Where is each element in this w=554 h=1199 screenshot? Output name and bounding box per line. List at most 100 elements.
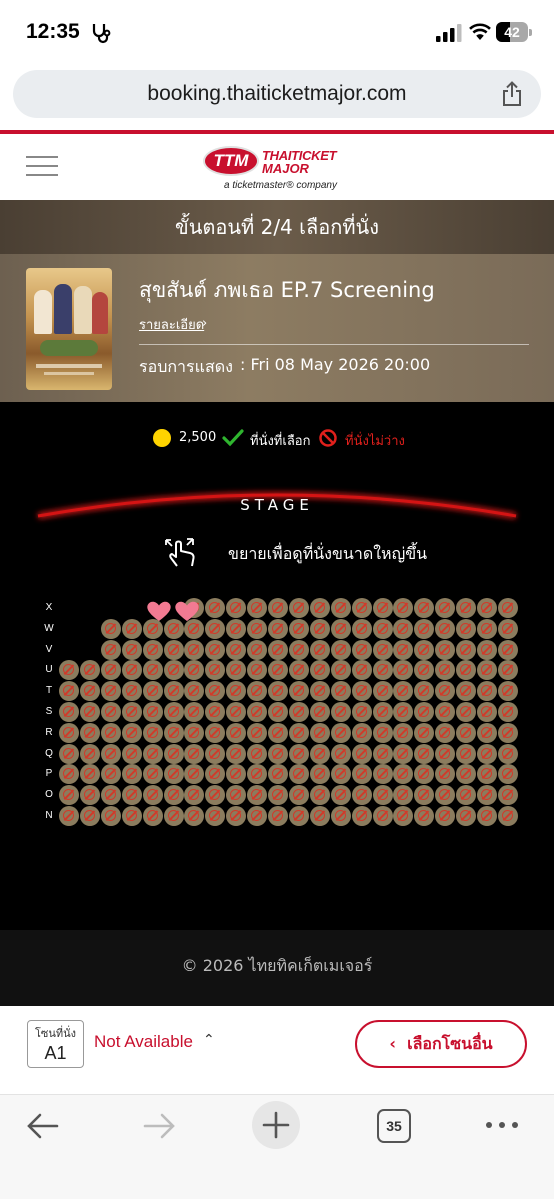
seat-unavailable[interactable]	[100, 618, 121, 639]
seat-unavailable[interactable]	[477, 806, 497, 826]
thaiticketmajor-logo[interactable]: TTM THAITICKET MAJOR a ticketmaster® com…	[200, 142, 360, 194]
seat-unavailable[interactable]	[309, 639, 330, 660]
seat-unavailable[interactable]	[100, 702, 121, 722]
seat-unavailable[interactable]	[205, 618, 226, 639]
seat-unavailable[interactable]	[79, 743, 100, 764]
seat-unavailable[interactable]	[288, 764, 309, 785]
seat-unavailable[interactable]	[456, 722, 477, 743]
seat-unavailable[interactable]	[268, 702, 288, 722]
seat-unavailable[interactable]	[205, 681, 226, 702]
seat-unavailable[interactable]	[226, 743, 247, 764]
seat-unavailable[interactable]	[330, 618, 351, 639]
seat-unavailable[interactable]	[393, 660, 414, 681]
seat-unavailable[interactable]	[435, 618, 456, 639]
seat-unavailable[interactable]	[288, 806, 309, 826]
seat-unavailable[interactable]	[79, 722, 100, 743]
seat-unavailable[interactable]	[247, 722, 268, 743]
seat-unavailable[interactable]	[477, 722, 497, 743]
seat-unavailable[interactable]	[142, 660, 163, 681]
seat-unavailable[interactable]	[393, 722, 414, 743]
seat-unavailable[interactable]	[309, 785, 330, 806]
seat-unavailable[interactable]	[121, 702, 142, 722]
seat-unavailable[interactable]	[372, 785, 393, 806]
seat-unavailable[interactable]	[268, 806, 288, 826]
seat-unavailable[interactable]	[435, 702, 456, 722]
seat-unavailable[interactable]	[497, 639, 518, 660]
seat-unavailable[interactable]	[79, 681, 100, 702]
seat-unavailable[interactable]	[435, 806, 456, 826]
seat-unavailable[interactable]	[414, 743, 435, 764]
seat-unavailable[interactable]	[184, 764, 205, 785]
choose-other-zone-button[interactable]: ‹ เลือกโซนอื่น	[355, 1020, 527, 1068]
seat-unavailable[interactable]	[184, 660, 205, 681]
seat-unavailable[interactable]	[79, 702, 100, 722]
seat-unavailable[interactable]	[226, 722, 247, 743]
seat-unavailable[interactable]	[414, 702, 435, 722]
seat-unavailable[interactable]	[205, 722, 226, 743]
seat-unavailable[interactable]	[497, 660, 518, 681]
seat-unavailable[interactable]	[372, 598, 393, 618]
seat-unavailable[interactable]	[393, 743, 414, 764]
seat-unavailable[interactable]	[59, 743, 79, 764]
seat-unavailable[interactable]	[351, 702, 372, 722]
seat-unavailable[interactable]	[142, 702, 163, 722]
seat-unavailable[interactable]	[226, 639, 247, 660]
seat-unavailable[interactable]	[456, 681, 477, 702]
seat-unavailable[interactable]	[477, 618, 497, 639]
seat-unavailable[interactable]	[497, 743, 518, 764]
seat-unavailable[interactable]	[330, 785, 351, 806]
seat-unavailable[interactable]	[184, 702, 205, 722]
seat-unavailable[interactable]	[184, 681, 205, 702]
seat-unavailable[interactable]	[372, 660, 393, 681]
seat-unavailable[interactable]	[372, 722, 393, 743]
seat-unavailable[interactable]	[309, 618, 330, 639]
seat-unavailable[interactable]	[247, 639, 268, 660]
seat-unavailable[interactable]	[268, 764, 288, 785]
seat-unavailable[interactable]	[100, 681, 121, 702]
seat-unavailable[interactable]	[121, 806, 142, 826]
seat-unavailable[interactable]	[226, 764, 247, 785]
seat-unavailable[interactable]	[247, 806, 268, 826]
seat-unavailable[interactable]	[351, 743, 372, 764]
seat-unavailable[interactable]	[184, 806, 205, 826]
seat-unavailable[interactable]	[372, 618, 393, 639]
seat-unavailable[interactable]	[163, 681, 184, 702]
seat-unavailable[interactable]	[205, 639, 226, 660]
seat-unavailable[interactable]	[456, 639, 477, 660]
seat-unavailable[interactable]	[163, 722, 184, 743]
seat-unavailable[interactable]	[142, 806, 163, 826]
seat-unavailable[interactable]	[497, 681, 518, 702]
seat-unavailable[interactable]	[247, 785, 268, 806]
chevron-up-icon[interactable]: ⌃	[203, 1032, 215, 1048]
seat-unavailable[interactable]	[59, 785, 79, 806]
seat-unavailable[interactable]	[497, 702, 518, 722]
seat-unavailable[interactable]	[205, 806, 226, 826]
seat-unavailable[interactable]	[59, 722, 79, 743]
seat-unavailable[interactable]	[435, 722, 456, 743]
seat-unavailable[interactable]	[351, 722, 372, 743]
seat-unavailable[interactable]	[372, 764, 393, 785]
seat-unavailable[interactable]	[330, 639, 351, 660]
seat-unavailable[interactable]	[309, 806, 330, 826]
seat-unavailable[interactable]	[100, 722, 121, 743]
seat-unavailable[interactable]	[205, 785, 226, 806]
seat-unavailable[interactable]	[163, 806, 184, 826]
seat-unavailable[interactable]	[184, 785, 205, 806]
seat-unavailable[interactable]	[247, 743, 268, 764]
seat-unavailable[interactable]	[205, 764, 226, 785]
seat-unavailable[interactable]	[226, 681, 247, 702]
seat-unavailable[interactable]	[226, 806, 247, 826]
seat-unavailable[interactable]	[351, 618, 372, 639]
seat-unavailable[interactable]	[226, 618, 247, 639]
seat-unavailable[interactable]	[477, 764, 497, 785]
seat-unavailable[interactable]	[247, 764, 268, 785]
seat-unavailable[interactable]	[121, 743, 142, 764]
seat-unavailable[interactable]	[435, 639, 456, 660]
seat-unavailable[interactable]	[309, 764, 330, 785]
seat-unavailable[interactable]	[330, 598, 351, 618]
seat-unavailable[interactable]	[142, 681, 163, 702]
seat-unavailable[interactable]	[497, 785, 518, 806]
seat-unavailable[interactable]	[497, 618, 518, 639]
seat-unavailable[interactable]	[100, 639, 121, 660]
back-arrow-icon[interactable]	[26, 1112, 60, 1140]
